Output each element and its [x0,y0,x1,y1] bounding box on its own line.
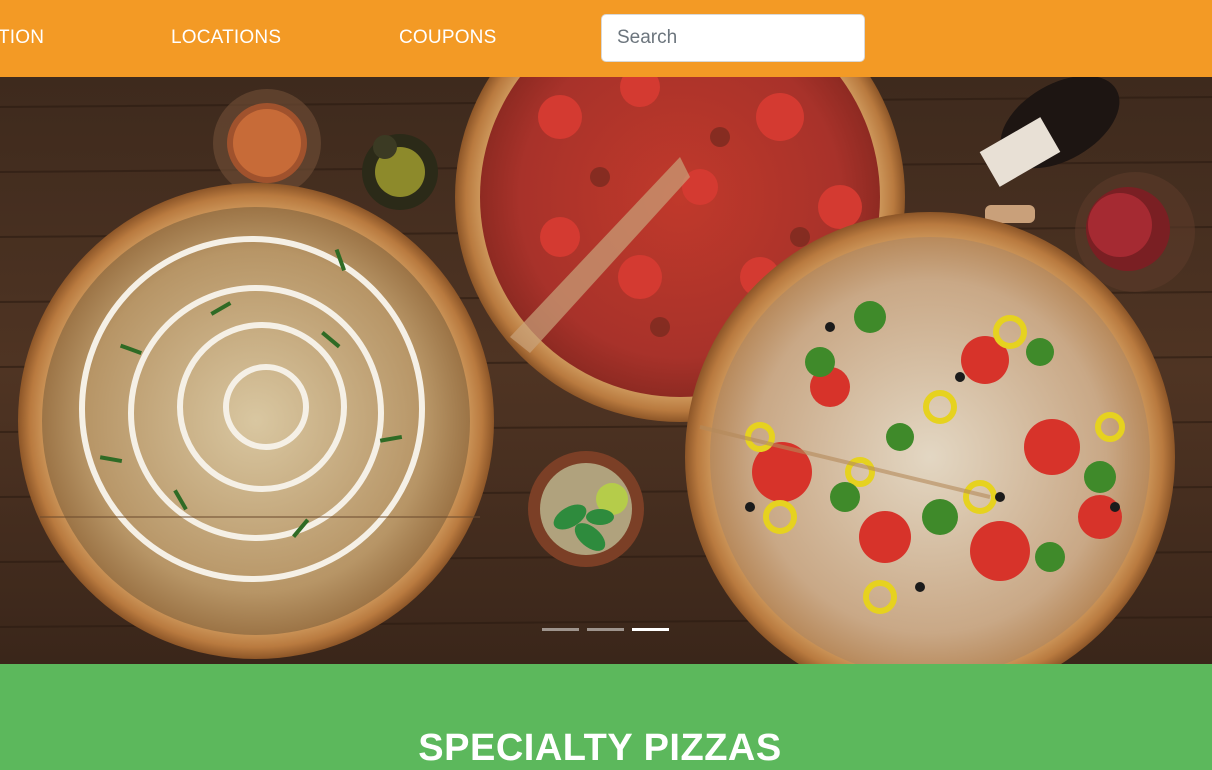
specialty-section: SPECIALTY PIZZAS [0,664,1212,769]
nav-link-locations[interactable]: LOCATIONS [171,26,281,50]
pizza-hero-image [0,77,1212,664]
carousel-indicator-1[interactable] [542,628,579,631]
search-input[interactable] [601,14,865,62]
top-navbar: TION LOCATIONS COUPONS [0,0,1212,77]
nav-link-coupons[interactable]: COUPONS [399,26,496,50]
carousel-indicator-3[interactable] [632,628,669,631]
nav-link-location[interactable]: TION [0,26,44,50]
section-title: SPECIALTY PIZZAS [418,727,782,769]
carousel-indicator-2[interactable] [587,628,624,631]
hero-carousel[interactable] [0,77,1212,664]
